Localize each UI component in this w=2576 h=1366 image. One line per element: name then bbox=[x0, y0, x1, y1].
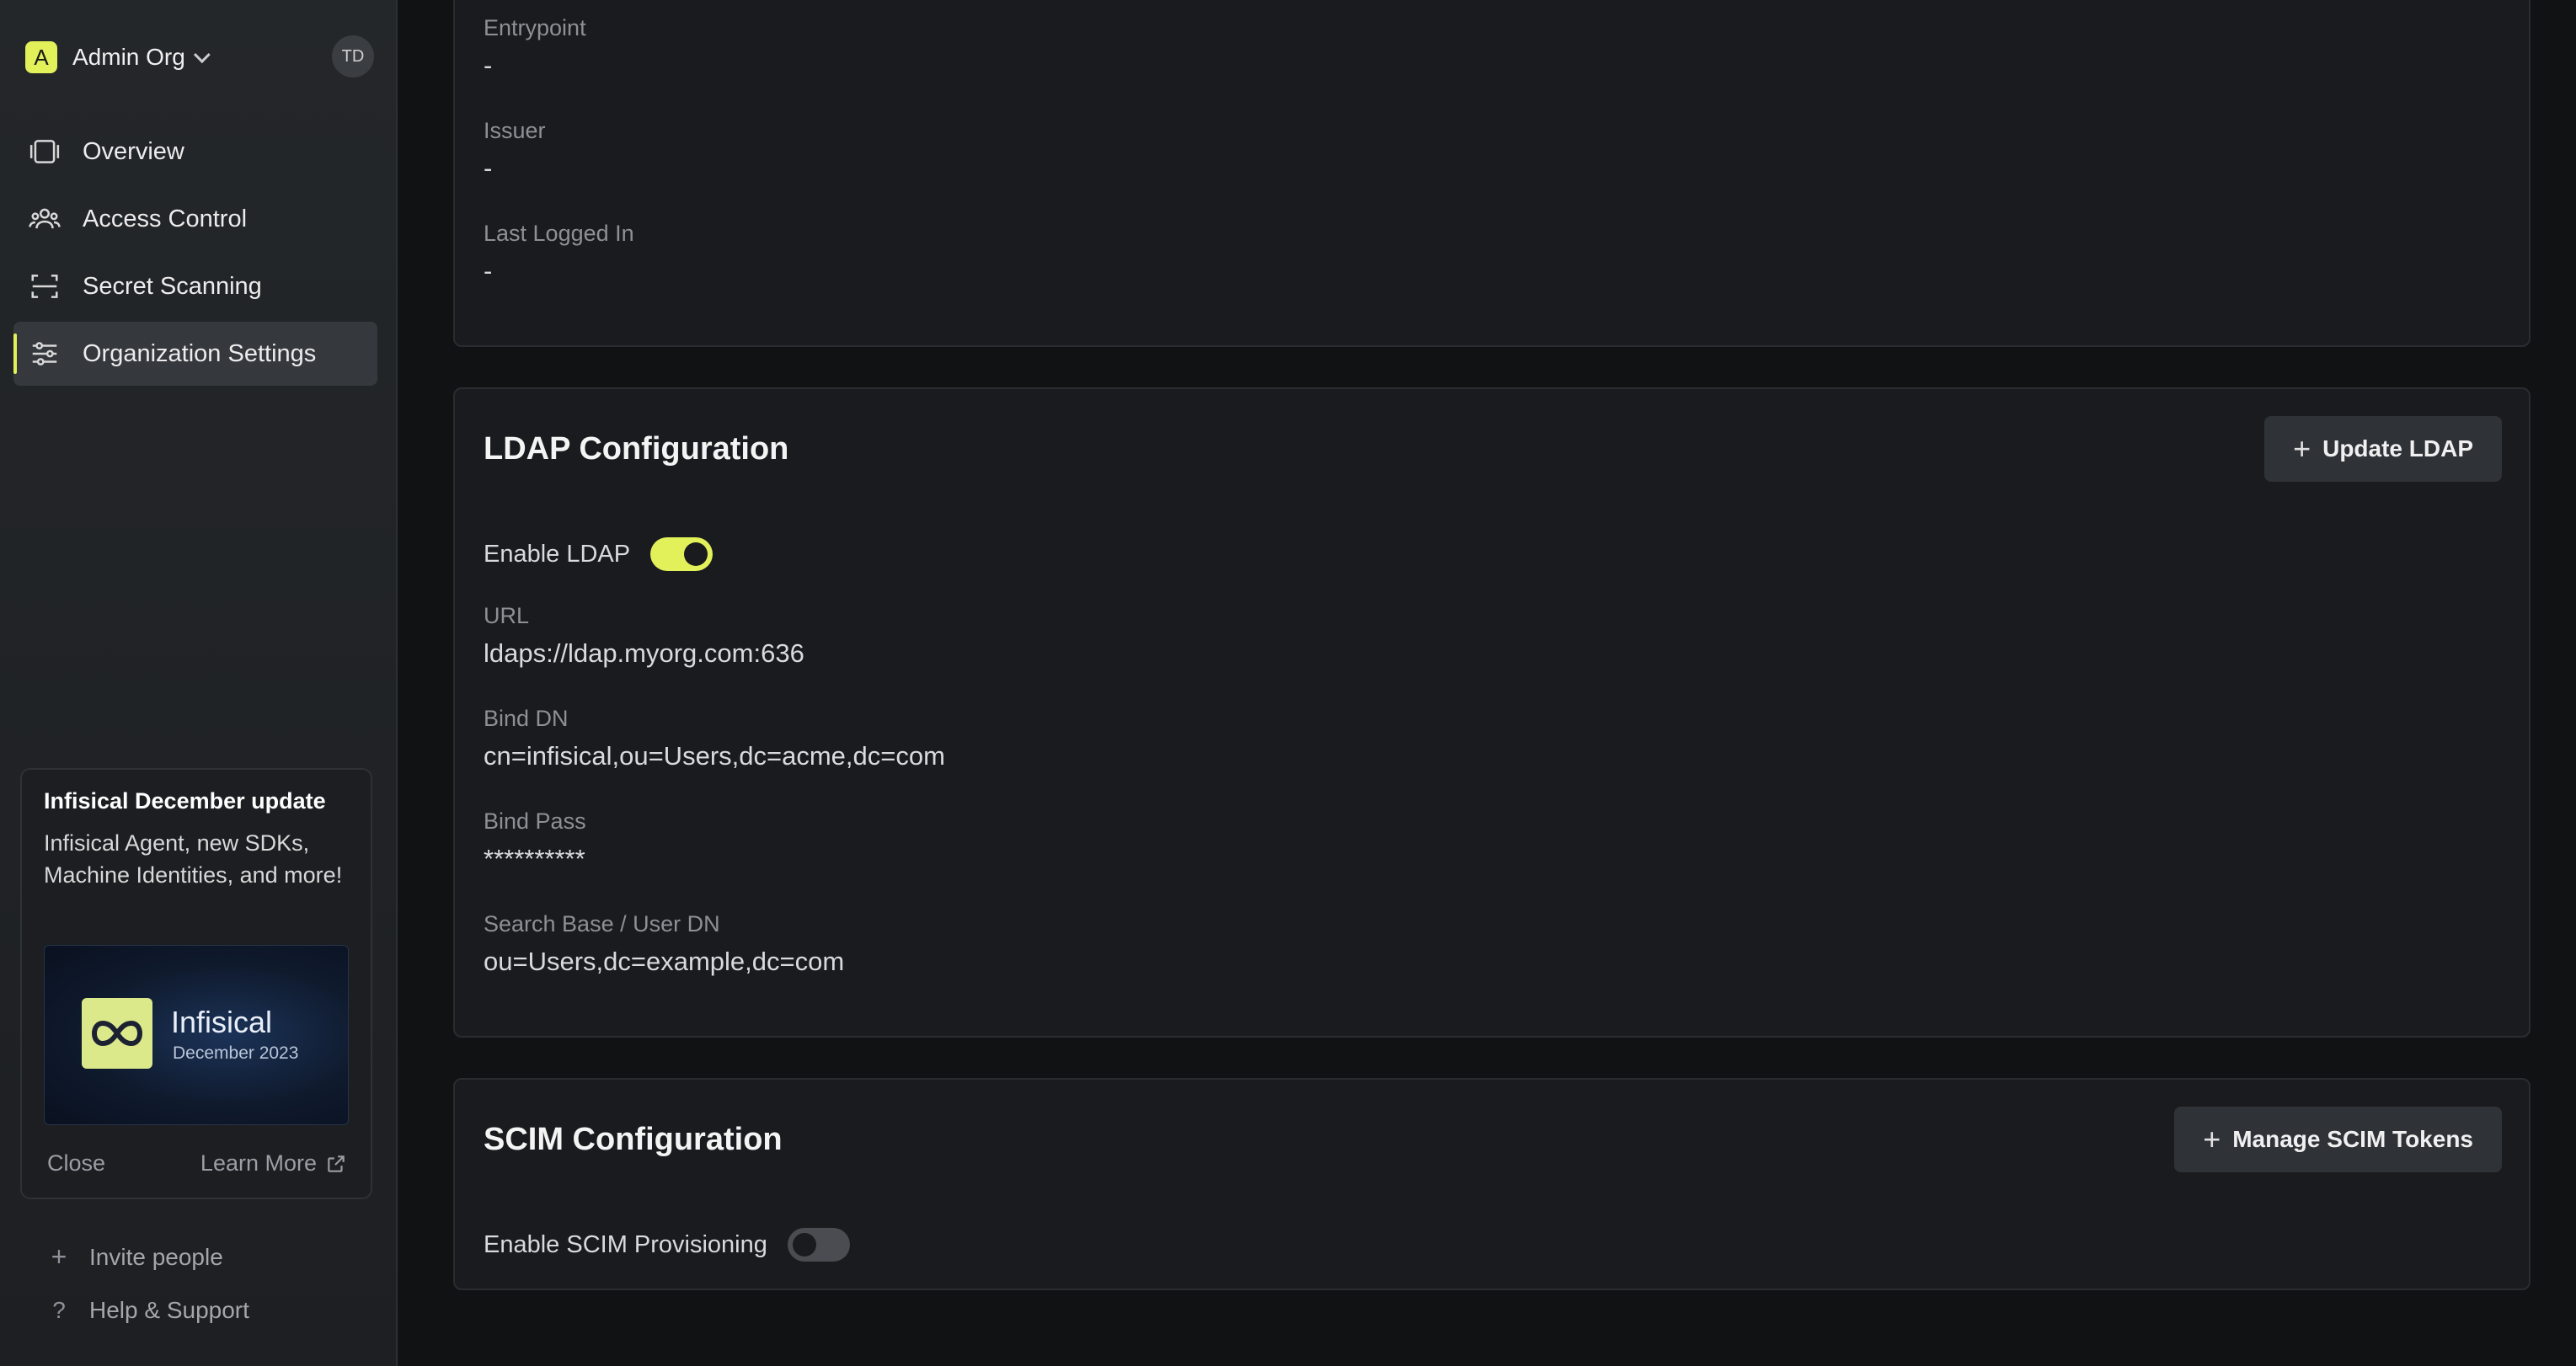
entrypoint-label: Entrypoint bbox=[484, 15, 586, 40]
ldap-configuration-card: LDAP Configuration + Update LDAP Enable … bbox=[453, 387, 2531, 1038]
org-name: Admin Org bbox=[72, 44, 185, 70]
sidebar-item-access-control[interactable]: Access Control bbox=[13, 187, 377, 251]
enable-ldap-toggle[interactable] bbox=[650, 537, 713, 571]
ldap-title: LDAP Configuration bbox=[484, 431, 789, 467]
users-icon bbox=[27, 201, 62, 237]
promo-description: Infisical Agent, new SDKs, Machine Ident… bbox=[44, 830, 343, 888]
external-link-icon bbox=[328, 1155, 345, 1172]
invite-people-label: Invite people bbox=[89, 1243, 223, 1270]
update-promo-card: Infisical December update Infisical Agen… bbox=[20, 768, 372, 1199]
promo-learn-more-link[interactable]: Learn More bbox=[200, 1150, 347, 1177]
enable-scim-label: Enable SCIM Provisioning bbox=[484, 1230, 767, 1258]
bind-pass-label: Bind Pass bbox=[484, 808, 586, 834]
promo-image-date: December 2023 bbox=[173, 1043, 299, 1063]
learn-more-label: Learn More bbox=[200, 1150, 317, 1176]
chevron-down-icon bbox=[193, 46, 211, 64]
enable-scim-toggle[interactable] bbox=[787, 1228, 850, 1262]
bind-dn-value: cn=infisical,ou=Users,dc=acme,dc=com bbox=[484, 741, 945, 771]
scim-title: SCIM Configuration bbox=[484, 1122, 783, 1157]
sidebar-nav: Overview Access Control Secret Scanning … bbox=[13, 120, 377, 389]
entrypoint-value: - bbox=[484, 51, 493, 80]
org-badge: A bbox=[25, 41, 57, 73]
url-label: URL bbox=[484, 603, 530, 628]
sidebar-item-label: Organization Settings bbox=[83, 339, 317, 367]
toggle-knob bbox=[684, 542, 708, 566]
scim-configuration-card: SCIM Configuration + Manage SCIM Tokens … bbox=[453, 1078, 2531, 1290]
infinity-logo-icon bbox=[82, 998, 152, 1069]
last-logged-in-value: - bbox=[484, 256, 493, 285]
sso-details-card: Entrypoint - Issuer - Last Logged In - bbox=[453, 0, 2531, 347]
issuer-value: - bbox=[484, 153, 493, 183]
sidebar-item-organization-settings[interactable]: Organization Settings bbox=[13, 322, 377, 386]
scan-icon bbox=[27, 269, 62, 304]
plus-icon: + bbox=[2293, 431, 2311, 466]
question-icon: ? bbox=[52, 1297, 66, 1323]
invite-people-button[interactable]: + Invite people bbox=[44, 1241, 223, 1273]
sidebar-item-secret-scanning[interactable]: Secret Scanning bbox=[13, 254, 377, 318]
search-base-label: Search Base / User DN bbox=[484, 911, 720, 936]
help-support-button[interactable]: ? Help & Support bbox=[44, 1297, 249, 1324]
avatar[interactable]: TD bbox=[332, 35, 374, 77]
help-support-label: Help & Support bbox=[89, 1297, 249, 1323]
toggle-knob bbox=[792, 1233, 816, 1257]
sliders-icon bbox=[27, 336, 62, 371]
bind-pass-value: ********** bbox=[484, 844, 585, 873]
sidebar-item-overview[interactable]: Overview bbox=[13, 120, 377, 184]
org-switcher[interactable]: A Admin Org bbox=[25, 39, 379, 76]
search-base-value: ou=Users,dc=example,dc=com bbox=[484, 947, 845, 976]
sidebar: A Admin Org TD Overview Access Control S… bbox=[0, 0, 398, 1366]
enable-scim-row: Enable SCIM Provisioning bbox=[484, 1228, 850, 1262]
update-ldap-label: Update LDAP bbox=[2322, 435, 2473, 462]
promo-close-button[interactable]: Close bbox=[47, 1150, 105, 1177]
promo-title: Infisical December update bbox=[44, 788, 326, 814]
update-ldap-button[interactable]: + Update LDAP bbox=[2264, 416, 2502, 482]
sidebar-item-label: Secret Scanning bbox=[83, 272, 262, 300]
url-value: ldaps://ldap.myorg.com:636 bbox=[484, 638, 804, 668]
issuer-label: Issuer bbox=[484, 118, 546, 143]
bind-dn-label: Bind DN bbox=[484, 706, 569, 731]
sidebar-item-label: Overview bbox=[83, 137, 184, 165]
manage-scim-tokens-label: Manage SCIM Tokens bbox=[2232, 1126, 2473, 1152]
manage-scim-tokens-button[interactable]: + Manage SCIM Tokens bbox=[2174, 1107, 2502, 1172]
overview-icon bbox=[27, 134, 62, 169]
enable-ldap-row: Enable LDAP bbox=[484, 537, 713, 571]
promo-image[interactable]: Infisical December 2023 bbox=[44, 945, 349, 1125]
last-logged-in-label: Last Logged In bbox=[484, 221, 634, 246]
sidebar-item-label: Access Control bbox=[83, 205, 248, 232]
promo-image-brand: Infisical bbox=[171, 1005, 273, 1039]
plus-icon: + bbox=[51, 1241, 67, 1272]
plus-icon: + bbox=[2203, 1122, 2221, 1156]
enable-ldap-label: Enable LDAP bbox=[484, 540, 631, 568]
